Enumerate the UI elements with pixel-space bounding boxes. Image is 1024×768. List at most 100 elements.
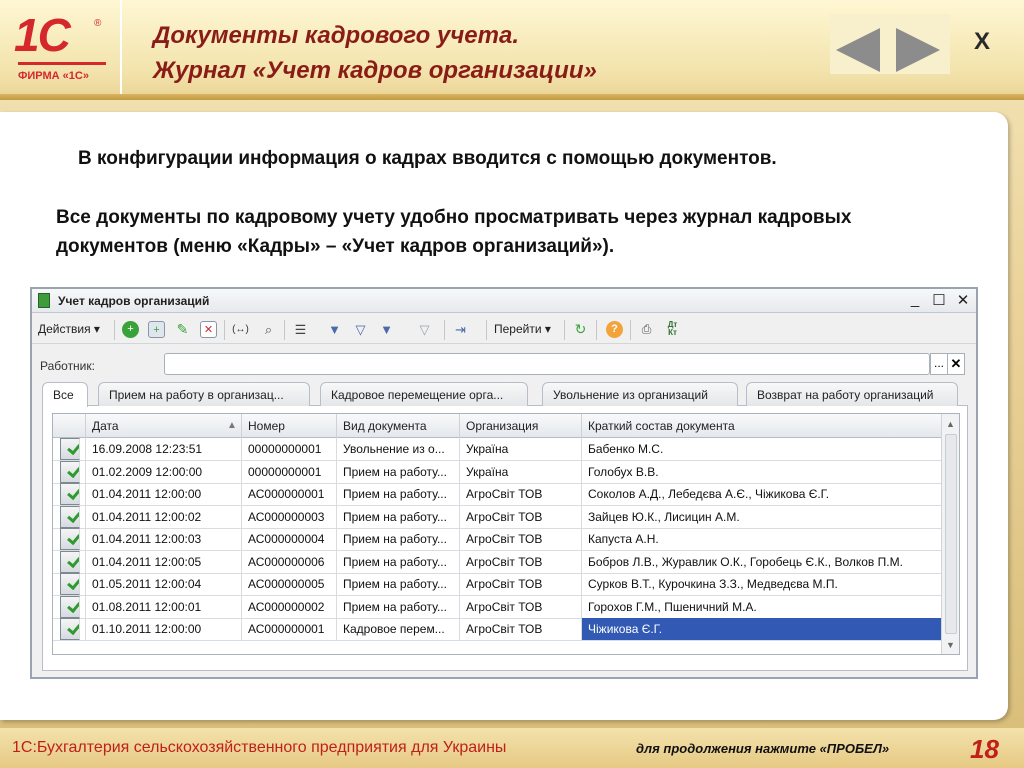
cell-summary: Сурков В.Т., Курочкина З.З., Медведєва М…	[588, 577, 838, 591]
column-header-number[interactable]: Номер	[242, 414, 337, 438]
cell-organization: АгроСвіт ТОВ	[460, 618, 582, 640]
arrow-left-icon[interactable]	[836, 28, 880, 72]
posted-document-icon	[53, 550, 86, 573]
debit-credit-icon[interactable]: Дт Кт	[664, 321, 681, 338]
document-check-icon	[60, 573, 80, 595]
column-header-doc-type[interactable]: Вид документа	[337, 414, 460, 438]
cell-number: 00000000001	[242, 460, 337, 483]
table-row[interactable]: 01.04.2011 12:00:02 АС000000003 Прием на р…	[53, 505, 941, 529]
posted-document-icon	[53, 573, 86, 595]
scroll-thumb[interactable]	[945, 434, 957, 634]
table-row[interactable]: 01.05.2011 12:00:04 АС000000005 Прием на р…	[53, 573, 941, 596]
arrow-right-icon[interactable]	[896, 28, 940, 72]
cell-summary: Соколов А.Д., Лебедєва А.Є., Чіжикова Є.…	[588, 487, 830, 501]
continue-hint: для продолжения нажмите «ПРОБЕЛ»	[636, 741, 890, 756]
cell-organization: АгроСвіт ТОВ	[460, 595, 582, 618]
journal-window: Учет кадров организаций _ ☐ ✕ Действия ▾…	[30, 287, 978, 679]
cell-summary: Бобров Л.В., Журавлик О.К., Горобець Є.К…	[588, 554, 903, 569]
posted-document-icon	[53, 595, 86, 618]
column-header-organization[interactable]: Организация	[460, 414, 582, 438]
logo-1c: 1С ® ФИРМА «1С»	[8, 8, 112, 88]
employee-clear-button[interactable]: ✕	[947, 353, 965, 375]
goto-menu[interactable]: Перейти ▾	[494, 322, 551, 336]
cell-doc-type: Прием на работу...	[337, 573, 460, 595]
table-header: Дата ▲ Номер Вид документа Организация К…	[53, 414, 941, 438]
cell-number: АС000000001	[242, 618, 337, 640]
find-icon[interactable]: ⌕	[260, 321, 277, 338]
toolbar-separator	[224, 320, 225, 340]
clear-filter-icon[interactable]: ▽	[416, 321, 433, 338]
toolbar-separator	[596, 320, 597, 340]
table-row[interactable]: 01.02.2009 12:00:00 00000000001 Прием на р…	[53, 460, 941, 484]
cell-date: 16.09.2008 12:23:51	[86, 438, 242, 460]
vertical-scrollbar[interactable]: ▲ ▼	[941, 414, 959, 654]
cell-date: 01.04.2011 12:00:03	[86, 528, 242, 550]
table-row[interactable]: 01.10.2011 12:00:00 АС000000001 Кадровое п…	[53, 618, 941, 641]
filter-history-icon[interactable]: ▼	[378, 321, 395, 338]
window-close-button[interactable]: ✕	[954, 291, 972, 309]
tab-dismissal[interactable]: Увольнение из организаций	[542, 382, 738, 406]
cell-organization: Україна	[460, 438, 582, 460]
document-check-icon	[60, 595, 80, 618]
window-titlebar[interactable]: Учет кадров организаций _ ☐ ✕	[32, 289, 976, 313]
cell-doc-type: Прием на работу...	[337, 505, 460, 528]
tab-transfer[interactable]: Кадровое перемещение орга...	[320, 382, 528, 406]
posted-document-icon	[53, 438, 86, 460]
cell-doc-type: Прием на работу...	[337, 595, 460, 618]
actions-menu[interactable]: Действия ▾	[38, 322, 100, 336]
logo-text: 1С	[14, 9, 71, 61]
scroll-up-icon[interactable]: ▲	[946, 419, 955, 429]
cell-organization: АгроСвіт ТОВ	[460, 528, 582, 550]
print-icon[interactable]: ⎙	[638, 321, 655, 338]
table-row[interactable]: 16.09.2008 12:23:51 00000000001 Увольнение…	[53, 438, 941, 461]
filter-icon[interactable]: ▼	[326, 321, 343, 338]
cell-doc-type: Прием на работу...	[337, 483, 460, 505]
table-row[interactable]: 01.04.2011 12:00:00 АС000000001 Прием на р…	[53, 483, 941, 506]
filter-by-value-icon[interactable]: ▽	[352, 321, 369, 338]
table-row[interactable]: 01.08.2011 12:00:01 АС000000002 Прием на р…	[53, 595, 941, 619]
cell-organization: АгроСвіт ТОВ	[460, 483, 582, 505]
add-icon[interactable]: +	[122, 321, 139, 338]
refresh-icon[interactable]: ↻	[572, 321, 589, 338]
posted-document-icon	[53, 460, 86, 483]
toolbar-separator	[444, 320, 445, 340]
employee-field[interactable]	[164, 353, 930, 375]
cell-doc-type: Увольнение из о...	[337, 438, 460, 460]
help-icon[interactable]: ?	[606, 321, 623, 338]
document-check-icon	[60, 550, 80, 573]
cell-doc-type: Кадровое перем...	[337, 618, 460, 640]
posted-document-icon	[53, 618, 86, 640]
employee-select-button[interactable]: ...	[930, 353, 948, 375]
sort-icon[interactable]: ☰	[292, 321, 309, 338]
close-button[interactable]: Х	[974, 28, 990, 56]
tab-all[interactable]: Все	[42, 382, 88, 407]
cell-number: АС000000006	[242, 550, 337, 573]
cell-doc-type: Прием на работу...	[337, 528, 460, 550]
toolbar-separator	[486, 320, 487, 340]
cell-summary: Чіжикова Є.Г.	[582, 618, 941, 640]
slide-title-line2: Журнал «Учет кадров организации»	[153, 57, 597, 84]
tab-reinstatement[interactable]: Возврат на работу организаций	[746, 382, 958, 406]
column-header-date[interactable]: Дата	[86, 414, 242, 438]
cell-organization: АгроСвіт ТОВ	[460, 573, 582, 595]
logo-firm-name: ФИРМА «1С»	[18, 70, 89, 82]
cell-number: АС000000001	[242, 483, 337, 505]
column-header-summary[interactable]: Краткий состав документа	[582, 414, 941, 438]
cell-date: 01.04.2011 12:00:02	[86, 505, 242, 528]
maximize-button[interactable]: ☐	[930, 291, 948, 309]
copy-icon[interactable]: +	[148, 321, 165, 338]
document-check-icon	[60, 460, 80, 483]
delete-icon[interactable]: ✕	[200, 321, 217, 338]
table-row[interactable]: 01.04.2011 12:00:05 АС000000006 Прием на р…	[53, 550, 941, 574]
scroll-down-icon[interactable]: ▼	[946, 640, 955, 650]
tab-hiring[interactable]: Прием на работу в организац...	[98, 382, 310, 406]
cell-date: 01.10.2011 12:00:00	[86, 618, 242, 640]
minimize-button[interactable]: _	[906, 291, 924, 308]
cell-number: АС000000003	[242, 505, 337, 528]
table-row[interactable]: 01.04.2011 12:00:03 АС000000004 Прием на р…	[53, 528, 941, 551]
print-form-icon[interactable]: ⇥	[452, 321, 469, 338]
cell-number: АС000000004	[242, 528, 337, 550]
toolbar: Действия ▾ + + ✎ ✕ (↔) ⌕ ☰ ▼ ▽ ▼ ▽ ⇥ Пер…	[32, 314, 976, 344]
edit-icon[interactable]: ✎	[174, 321, 191, 338]
interval-icon[interactable]: (↔)	[232, 321, 249, 338]
